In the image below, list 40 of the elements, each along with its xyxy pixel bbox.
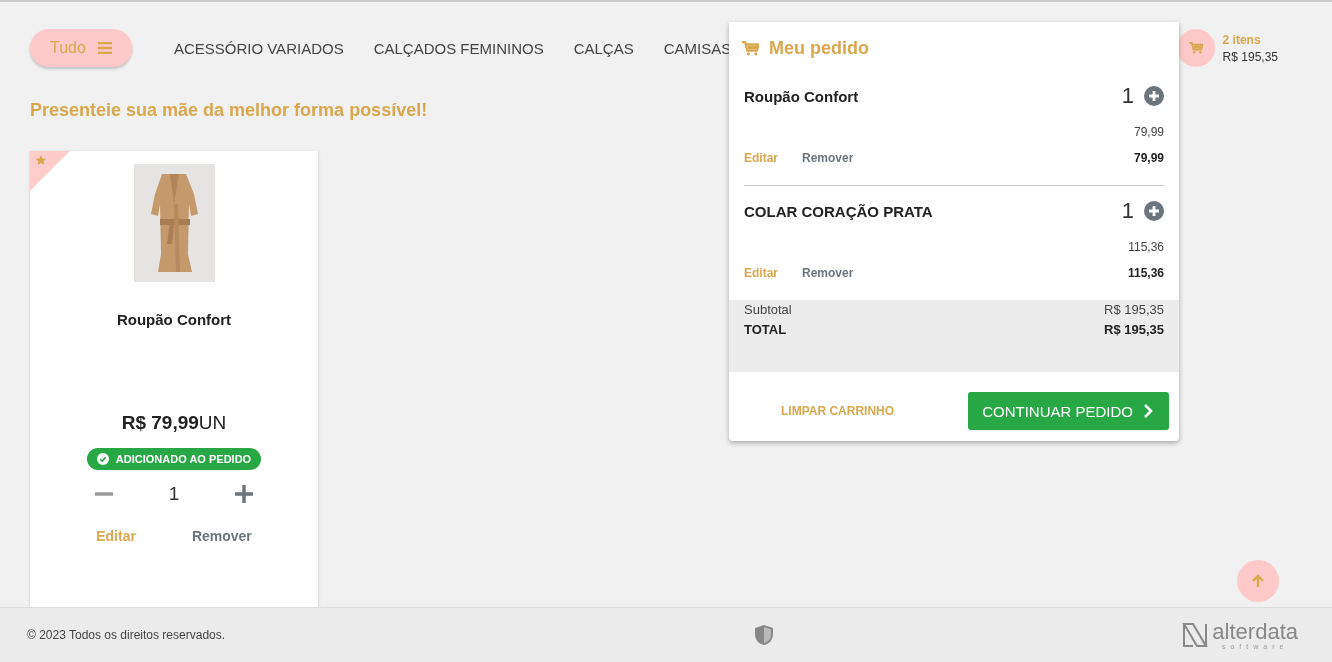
copyright-text: © 2023 Todos os direitos reservados. <box>27 628 226 642</box>
order-item-total: 115,36 <box>1127 266 1164 280</box>
logo-icon <box>1182 622 1209 648</box>
added-badge: ADICIONADO AO PEDIDO <box>86 448 262 470</box>
category-link[interactable]: CAMISAS <box>663 39 732 57</box>
continue-order-button[interactable]: CONTINUAR PEDIDO <box>968 392 1169 430</box>
category-link[interactable]: CALÇAS <box>573 39 634 57</box>
shield-icon <box>753 624 774 646</box>
product-name: Roupão Confort <box>116 311 232 328</box>
quantity-value: 1 <box>167 483 181 505</box>
cart-icon <box>1188 42 1203 54</box>
menu-icon <box>97 42 112 54</box>
remove-link[interactable]: Remover <box>802 266 854 280</box>
cart-item-count: 2 itens <box>1222 32 1262 47</box>
order-item-name: Roupão Confort <box>744 87 860 105</box>
add-icon[interactable] <box>1144 86 1164 106</box>
order-title: Meu pedido <box>769 38 869 59</box>
remove-link[interactable]: Remover <box>802 151 854 165</box>
add-icon[interactable] <box>1144 201 1164 221</box>
order-item-name: COLAR CORAÇÃO PRATA <box>744 202 934 220</box>
total-label: TOTAL <box>744 322 787 337</box>
logo-name: alterdata <box>1212 620 1298 643</box>
subtotal-value: R$ 195,35 <box>1104 302 1164 317</box>
minus-icon <box>94 492 114 496</box>
order-item-total: 79,99 <box>1133 151 1164 165</box>
remove-link[interactable]: Remover <box>191 528 252 544</box>
total-value: R$ 195,35 <box>1104 322 1164 337</box>
order-item-unit-price: 79,99 <box>1132 125 1164 139</box>
product-price: R$ 79,99UN <box>121 412 227 434</box>
section-heading: Presenteie sua mãe da melhor forma possível! <box>30 100 428 121</box>
cart-icon <box>742 41 759 56</box>
chevron-right-icon <box>1143 404 1153 418</box>
category-link[interactable]: ACESSÓRIO VARIADOS <box>173 39 344 57</box>
cart-total: R$ 195,35 <box>1222 49 1278 64</box>
arrow-up-icon <box>1251 574 1265 588</box>
order-item-quantity: 1 <box>1121 83 1134 109</box>
category-link[interactable]: CALÇADOS FEMININOS <box>373 39 544 57</box>
order-item-unit-price: 115,36 <box>1127 240 1164 254</box>
subtotal-label: Subtotal <box>744 302 792 317</box>
order-item-quantity: 1 <box>1121 198 1134 224</box>
